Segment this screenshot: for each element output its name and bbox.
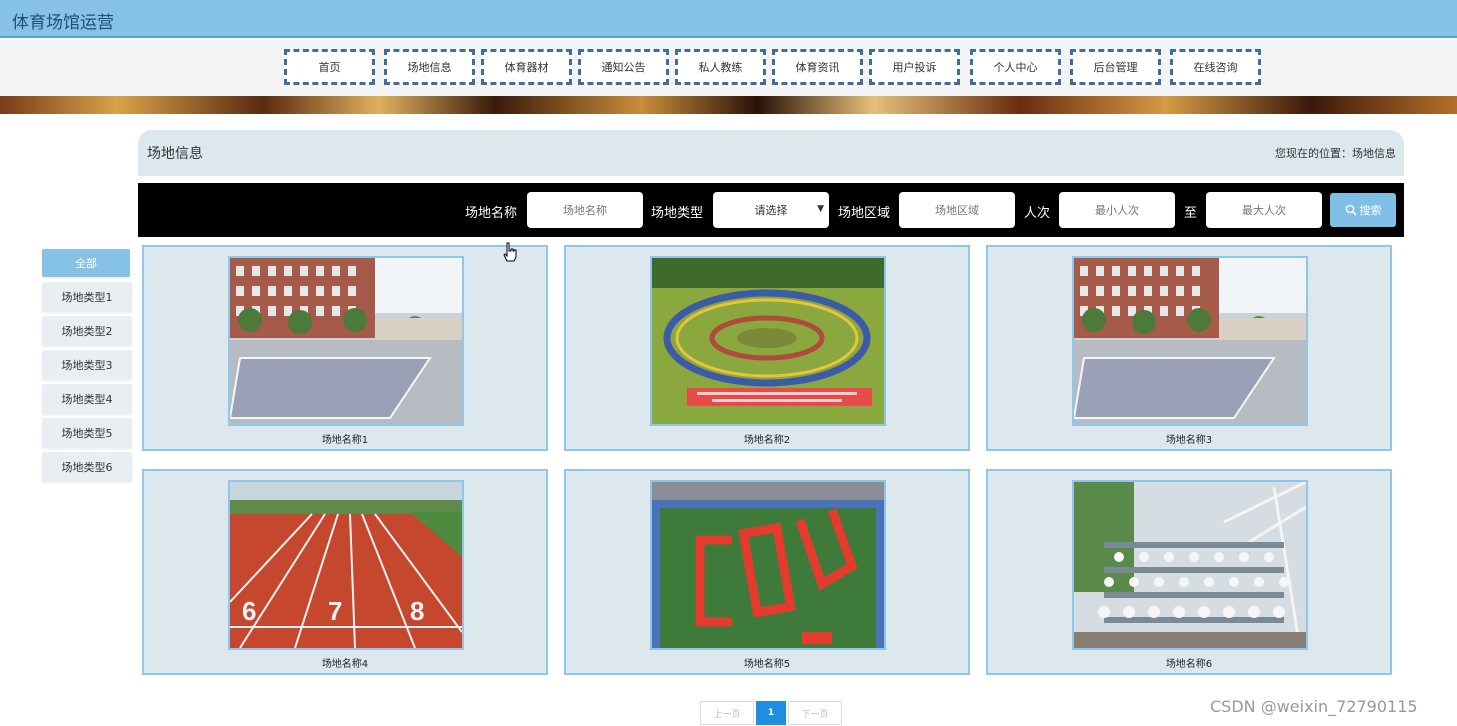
venue-type-select[interactable]: 请选择 ▼	[713, 192, 829, 228]
venue-photo-building-court[interactable]	[1072, 256, 1308, 426]
app-header: 体育场馆运营	[0, 0, 1457, 38]
venue-type-label: 场地类型	[651, 206, 704, 221]
venue-photo-running-track[interactable]: 6 7 8	[228, 480, 464, 650]
main-nav: 首页 场地信息 体育器材 通知公告 私人教练 体育资讯 用户投诉 个人中心 后台…	[0, 40, 1457, 96]
nav-venue-info[interactable]: 场地信息	[384, 49, 475, 85]
breadcrumb-current[interactable]: 场地信息	[1352, 147, 1396, 160]
search-bar: 场地名称 场地类型 请选择 ▼ 场地区域 人次 至 搜索	[138, 183, 1404, 237]
range-to-label: 至	[1184, 206, 1198, 221]
page-1-button[interactable]: 1	[756, 701, 786, 725]
crowd-circle-image	[652, 258, 884, 424]
prev-page-button[interactable]: 上一页	[700, 701, 754, 725]
sidebar-item-type-3[interactable]: 场地类型3	[42, 350, 132, 380]
venue-type-selected: 请选择	[754, 204, 788, 217]
nav-admin[interactable]: 后台管理	[1070, 49, 1161, 85]
venue-name: 场地名称6	[1165, 659, 1213, 670]
sidebar-item-type-1[interactable]: 场地类型1	[42, 282, 132, 312]
nav-equipment[interactable]: 体育器材	[481, 49, 572, 85]
venue-card[interactable]: 场地名称5	[564, 469, 970, 675]
venue-name-label: 场地名称	[465, 206, 518, 221]
venue-photo-group-bleachers[interactable]	[1072, 480, 1308, 650]
venue-area-label: 场地区域	[838, 206, 891, 221]
svg-text:6: 6	[242, 596, 256, 626]
chevron-down-icon: ▼	[817, 204, 824, 214]
venue-card[interactable]: 场地名称3	[986, 245, 1392, 451]
search-button-label: 搜索	[1359, 204, 1382, 217]
venue-name: 场地名称3	[1165, 435, 1213, 446]
svg-text:8: 8	[410, 596, 424, 626]
app-title: 体育场馆运营	[12, 13, 114, 33]
venue-name: 场地名称2	[743, 435, 791, 446]
nav-private-coach[interactable]: 私人教练	[675, 49, 766, 85]
svg-text:7: 7	[328, 596, 342, 626]
hand-cursor-icon	[503, 242, 517, 262]
next-page-button[interactable]: 下一页	[788, 701, 842, 725]
visitor-count-label: 人次	[1024, 206, 1051, 221]
nav-personal-center[interactable]: 个人中心	[970, 49, 1061, 85]
building-court-image	[230, 258, 462, 424]
breadcrumb: 您现在的位置：场地信息	[1275, 145, 1396, 161]
watermark: CSDN @weixin_72790115	[1210, 697, 1418, 716]
sidebar-item-type-5[interactable]: 场地类型5	[42, 418, 132, 448]
venue-name: 场地名称1	[321, 435, 369, 446]
venue-name: 场地名称4	[321, 659, 369, 670]
group-bleachers-image	[1074, 482, 1306, 648]
search-icon	[1345, 204, 1357, 216]
venue-photo-crowd-circle[interactable]	[650, 256, 886, 426]
max-count-input[interactable]	[1206, 192, 1322, 228]
nav-online-consult[interactable]: 在线咨询	[1170, 49, 1261, 85]
sidebar-item-type-2[interactable]: 场地类型2	[42, 316, 132, 346]
venue-card[interactable]: 场地名称2	[564, 245, 970, 451]
venue-area-input[interactable]	[899, 192, 1015, 228]
nav-home[interactable]: 首页	[284, 49, 375, 85]
venue-name-input[interactable]	[527, 192, 643, 228]
venue-card[interactable]: 场地名称1	[142, 245, 548, 451]
venue-photo-aerial-letters[interactable]	[650, 480, 886, 650]
building-court-image	[1074, 258, 1306, 424]
venue-photo-building-court[interactable]	[228, 256, 464, 426]
page-title: 场地信息	[147, 146, 203, 162]
breadcrumb-label: 您现在的位置：	[1275, 147, 1352, 160]
aerial-letters-image	[652, 482, 884, 648]
nav-sports-news[interactable]: 体育资讯	[772, 49, 863, 85]
nav-notices[interactable]: 通知公告	[578, 49, 669, 85]
running-track-image: 6 7 8	[230, 482, 462, 648]
sidebar-item-all[interactable]: 全部	[42, 249, 130, 277]
sidebar-item-type-4[interactable]: 场地类型4	[42, 384, 132, 414]
venue-name: 场地名称5	[743, 659, 791, 670]
banner-image	[0, 96, 1457, 114]
sidebar-item-type-6[interactable]: 场地类型6	[42, 452, 132, 482]
search-button[interactable]: 搜索	[1330, 193, 1396, 227]
venue-card[interactable]: 6 7 8 场地名称4	[142, 469, 548, 675]
min-count-input[interactable]	[1059, 192, 1175, 228]
section-header: 场地信息 您现在的位置：场地信息	[138, 130, 1404, 176]
venue-card[interactable]: 场地名称6	[986, 469, 1392, 675]
nav-complaints[interactable]: 用户投诉	[869, 49, 960, 85]
